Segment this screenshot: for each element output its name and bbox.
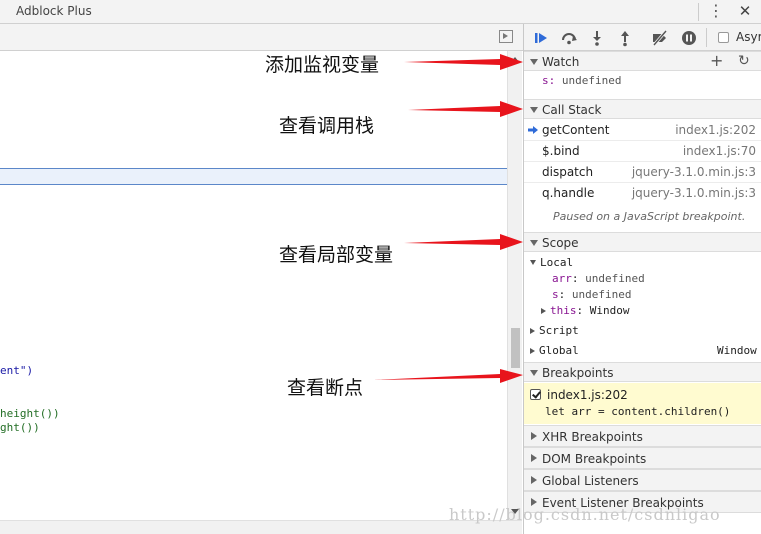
frame-function: dispatch [542,165,594,179]
code-line: ent") [0,364,34,377]
source-vertical-scrollbar[interactable] [507,51,522,521]
code-line: ght()) [0,421,40,434]
dom-breakpoints-pane-header[interactable]: DOM Breakpoints [524,447,761,469]
close-icon[interactable]: ✕ [737,1,753,21]
add-watch-icon[interactable]: + [710,52,723,70]
debugger-sidebar: Asyr Watch + ↻ s: undefined Call Stack g… [523,24,761,534]
breakpoint-code: let arr = content.children() [545,405,731,418]
pane-title: XHR Breakpoints [542,430,643,444]
watch-value: undefined [561,74,622,87]
window-titlebar: Adblock Plus ⋮ ✕ [0,0,761,24]
async-checkbox[interactable] [718,32,729,43]
resume-icon[interactable] [532,29,550,47]
scope-global-label: Global [539,344,579,357]
collapse-triangle-icon [531,476,537,484]
watch-name: s [542,74,549,87]
scope-local-label: Local [540,256,574,269]
paused-message: Paused on a JavaScript breakpoint. [553,210,746,223]
step-over-icon[interactable] [560,29,578,47]
step-out-icon[interactable] [616,29,634,47]
refresh-icon[interactable]: ↻ [738,52,750,71]
frame-location[interactable]: jquery-3.1.0.min.js:3 [632,186,756,200]
deactivate-breakpoints-icon[interactable] [651,29,669,47]
pane-title: Scope [542,236,579,250]
toggle-sidebar-icon[interactable] [499,30,513,43]
source-horizontal-scrollbar[interactable] [0,520,522,534]
titlebar-divider [698,3,699,21]
breakpoints-pane-header[interactable]: Breakpoints [524,362,761,382]
watermark: http://blog.csdn.net/csdnligao [449,505,721,524]
expand-triangle-icon [530,370,538,376]
pause-on-exceptions-icon[interactable] [680,29,698,47]
collapse-triangle-icon [530,348,535,354]
code-line: height()) [0,407,60,420]
frame-location[interactable]: jquery-3.1.0.min.js:3 [632,165,756,179]
scope-var[interactable]: this: Window [541,304,630,317]
watch-item[interactable]: s: undefined [542,74,621,87]
scope-pane-header[interactable]: Scope [524,232,761,252]
frame-location[interactable]: index1.js:70 [683,144,756,158]
scroll-up-icon[interactable] [511,57,519,62]
frame-function: getContent [542,123,610,137]
scope-var[interactable]: arr: undefined [552,272,645,285]
scope-var-name: arr [552,272,572,285]
breakpoint-checkbox[interactable] [530,389,541,400]
source-panel: ent") height()) ght()) [0,24,523,534]
toolbar-divider [706,28,707,47]
pane-title: Watch [542,55,580,69]
scope-global[interactable]: Global [530,344,579,357]
breakpoint-item[interactable]: index1.js:202 let arr = content.children… [524,383,761,424]
frame-function: q.handle [542,186,595,200]
scope-var-value: Window [589,304,630,317]
current-frame-arrow-icon [528,126,538,134]
watch-pane-header[interactable]: Watch + ↻ [524,51,761,71]
frame-location[interactable]: index1.js:202 [675,123,756,137]
expand-triangle-icon [530,107,538,113]
scrollbar-thumb[interactable] [511,328,520,368]
step-into-icon[interactable] [588,29,606,47]
xhr-breakpoints-pane-header[interactable]: XHR Breakpoints [524,425,761,447]
expand-triangle-icon [530,59,538,65]
collapse-triangle-icon [530,328,535,334]
collapse-triangle-icon [541,308,546,314]
scope-var-name: s [552,288,559,301]
annotation-call-stack: 查看调用栈 [279,115,375,137]
scope-script[interactable]: Script [530,324,579,337]
scope-var-value: undefined [571,288,632,301]
annotation-scope: 查看局部变量 [279,244,394,266]
annotation-watch: 添加监视变量 [265,54,380,76]
scope-script-label: Script [539,324,579,337]
expand-triangle-icon [530,260,536,265]
debugger-toolbar: Asyr [524,24,761,51]
call-stack-pane-header[interactable]: Call Stack [524,99,761,119]
breakpoint-location: index1.js:202 [547,388,628,402]
frame-function: $.bind [542,144,580,158]
expand-triangle-icon [530,240,538,246]
scope-var-value: undefined [585,272,645,285]
call-frame[interactable]: $.bind index1.js:70 [524,141,761,162]
source-toolbar [0,24,523,51]
async-label: Asyr [736,30,761,44]
call-frame[interactable]: dispatch jquery-3.1.0.min.js:3 [524,162,761,183]
call-frame[interactable]: q.handle jquery-3.1.0.min.js:3 [524,183,761,204]
more-vert-icon[interactable]: ⋮ [708,1,724,21]
collapse-triangle-icon [531,454,537,462]
scope-var-name: this [550,304,577,317]
collapse-triangle-icon [531,432,537,440]
annotation-breakpoints: 查看断点 [287,377,364,399]
global-listeners-pane-header[interactable]: Global Listeners [524,469,761,491]
window-title: Adblock Plus [16,4,92,18]
current-execution-line [0,168,507,185]
pane-title: DOM Breakpoints [542,452,647,466]
pane-title: Global Listeners [542,474,639,488]
scope-global-value: Window [717,344,757,357]
pane-title: Call Stack [542,103,602,117]
scope-var[interactable]: s: undefined [552,288,631,301]
scope-local[interactable]: Local [530,256,573,269]
pane-title: Breakpoints [542,366,614,380]
call-frame[interactable]: getContent index1.js:202 [524,120,761,141]
